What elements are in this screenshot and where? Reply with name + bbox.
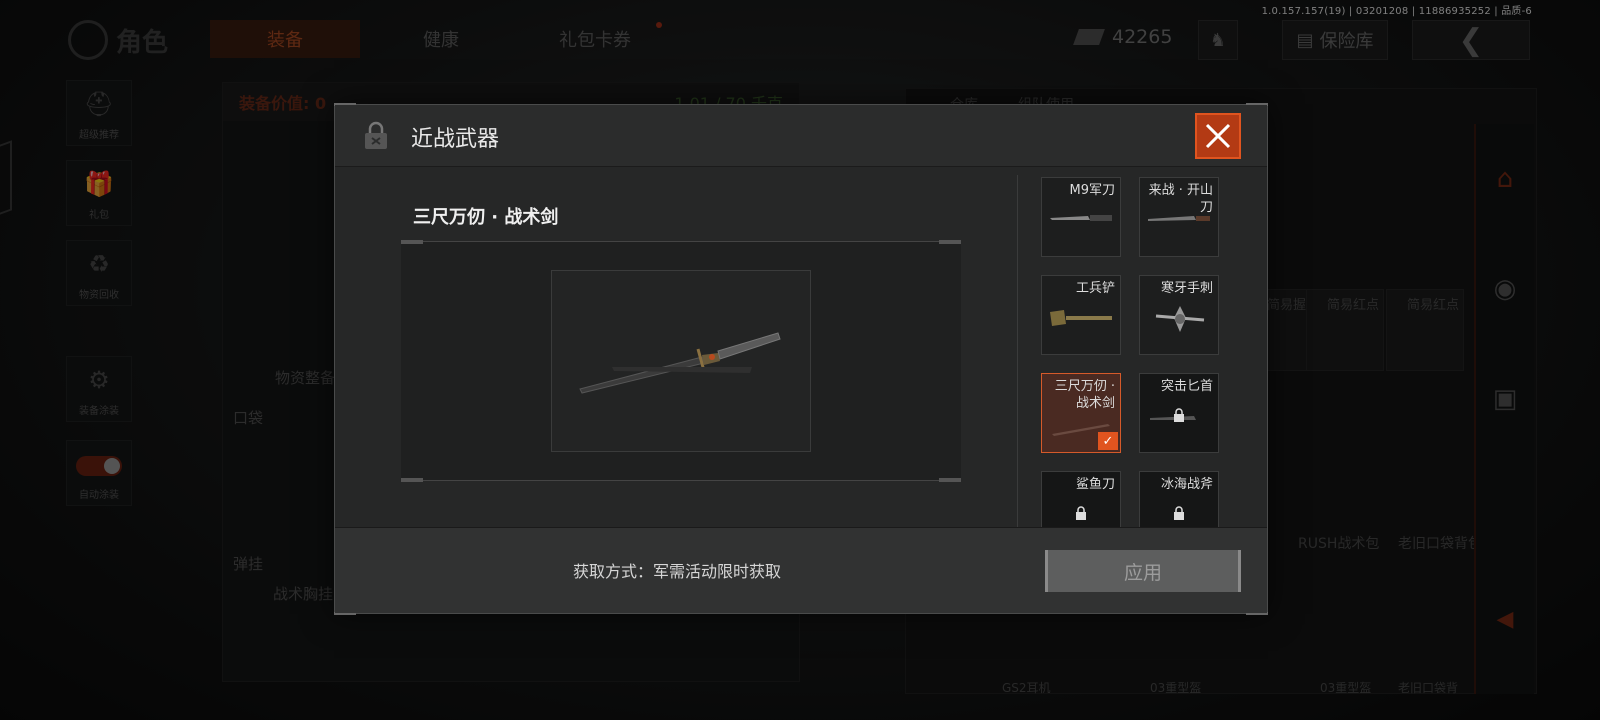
modal-title: 近战武器 <box>411 127 500 152</box>
machete-icon <box>1148 216 1210 221</box>
weapon-model-frame <box>551 270 811 452</box>
weapon-viewport[interactable] <box>401 240 961 482</box>
close-button[interactable] <box>1195 113 1241 159</box>
weapon-card-claw[interactable]: 寒牙手刺 <box>1139 275 1219 355</box>
sword-icon <box>579 332 781 394</box>
weapon-card-machete[interactable]: 来战 · 开山刀 <box>1139 177 1219 257</box>
weapon-card-shark-knife[interactable]: 鲨鱼刀 <box>1041 471 1121 529</box>
weapon-preview-area: 三尺万仞 · 战术剑 <box>335 167 1013 529</box>
weapon-card-tactical-sword[interactable]: 三尺万仞 · 战术剑 ✓ <box>1041 373 1121 453</box>
checkmark-icon: ✓ <box>1098 432 1118 450</box>
weapon-card-ice-axe[interactable]: 冰海战斧 <box>1139 471 1219 529</box>
shovel-icon <box>1050 310 1112 326</box>
modal-header: 近战武器 <box>335 105 1267 167</box>
knife-icon <box>1050 215 1112 221</box>
lock-icon <box>365 121 387 149</box>
acquisition-method: 获取方式：军需活动限时获取 <box>573 562 782 581</box>
weapon-grid: M9军刀 来战 · 开山刀 工兵铲 寒牙手刺 三尺万仞 · 战术剑 ✓ 突击匕首… <box>1041 177 1241 529</box>
lock-icon <box>1076 506 1086 520</box>
modal-footer: 获取方式：军需活动限时获取 应用 <box>335 527 1267 613</box>
weapon-name: 三尺万仞 · 战术剑 <box>413 207 559 228</box>
lock-icon <box>1174 408 1184 422</box>
weapon-card-m9[interactable]: M9军刀 <box>1041 177 1121 257</box>
weapon-card-assault-dagger[interactable]: 突击匕首 <box>1139 373 1219 453</box>
claw-icon <box>1155 306 1205 332</box>
weapon-card-shovel[interactable]: 工兵铲 <box>1041 275 1121 355</box>
divider <box>1017 175 1018 527</box>
apply-button[interactable]: 应用 <box>1045 550 1241 592</box>
lock-icon <box>1174 506 1184 520</box>
close-icon <box>1205 123 1231 149</box>
melee-weapon-modal: 近战武器 三尺万仞 · 战术剑 M9军刀 来战 · 开山刀 工兵铲 寒牙手刺 三… <box>334 103 1268 615</box>
